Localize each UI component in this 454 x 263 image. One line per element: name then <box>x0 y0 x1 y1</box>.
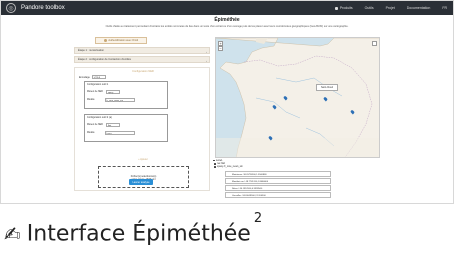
zoom-out-button[interactable]: − <box>218 46 223 51</box>
orcid-login-button[interactable]: Authentification avec Orcid <box>95 37 147 44</box>
language-switch[interactable]: FR <box>442 6 447 10</box>
model-label: Modèle <box>87 132 95 134</box>
top-navbar: ◎ Pandore toolbox Produits Outils Projet… <box>1 1 453 15</box>
tool-config-caption: Configuration outil 2 (a) <box>87 116 112 119</box>
encoding-input[interactable]: UTF-8 <box>91 75 106 79</box>
bullet-icon <box>214 166 216 168</box>
nav-link-label: Projet <box>385 6 395 10</box>
nav-link-outils[interactable]: Outils <box>365 6 374 10</box>
tree-node[interactable]: spacy-fr_core_news_sm <box>214 165 243 168</box>
fullscreen-icon[interactable] <box>372 41 377 46</box>
tool-config-caption: Configuration outil 1 <box>87 83 109 86</box>
ner-engine-row: Moteur de NER spacy <box>87 90 120 94</box>
encoding-row: Encodage UTF-8 <box>79 75 106 79</box>
caption-text: Interface Épiméthée2 <box>26 211 262 247</box>
grid-icon <box>334 6 338 10</box>
model-select[interactable]: fr-ner <box>104 131 135 135</box>
map-popup: Saint-Cloud <box>316 84 338 91</box>
app-logo-icon[interactable]: ◎ <box>6 3 16 13</box>
map-tiles <box>216 38 379 157</box>
writing-hand-icon: ✍ <box>4 222 21 246</box>
bullet-icon <box>213 159 215 162</box>
tree-node-label: spacy-fr_core_news_sm <box>217 165 243 169</box>
step-1-accordion[interactable]: Étape 1 : numérisation › <box>74 47 210 54</box>
ner-engine-row: Moteur de NER flair <box>87 123 120 127</box>
nav-link-label: Outils <box>364 6 374 10</box>
result-item[interactable]: Nérac / 44.1357000,0.3393500 <box>225 185 331 191</box>
caption-label: Interface Épiméthée <box>26 221 251 247</box>
ner-config-panel: Configuration NER Encodage UTF-8 Configu… <box>74 67 210 191</box>
nav-link-label: Produits <box>339 6 353 10</box>
chevron-right-icon: › <box>206 49 207 54</box>
result-item[interactable]: Maintenon / 48.5795300,1.5506880 <box>225 171 331 177</box>
ner-engine-label: Moteur de NER <box>87 124 103 126</box>
nav-links: Produits Outils Projet Documentation FR <box>334 1 447 15</box>
nav-link-label: FR <box>442 6 447 10</box>
nav-link-documentation[interactable]: Documentation <box>407 6 431 10</box>
map-south <box>216 138 379 157</box>
page-title: Épiméthée <box>214 17 240 23</box>
ner-engine-label: Moteur de NER <box>87 91 103 93</box>
model-label: Modèle <box>87 99 95 101</box>
model-row: Modèle fr_core_news_sm <box>87 98 135 102</box>
model-select[interactable]: fr_core_news_sm <box>104 98 135 102</box>
step-label: Étape 1 : numérisation <box>78 49 104 52</box>
add-tool-link[interactable]: + Ajouter <box>75 158 211 161</box>
result-item[interactable]: Montfort-sur / 48.7741200,1.8066600 <box>225 178 331 184</box>
ner-engine-select[interactable]: flair <box>105 123 120 127</box>
chevron-down-icon: › <box>206 58 207 63</box>
tool-config-2: Configuration outil 2 (a) Moteur de NER … <box>84 114 168 142</box>
brand-name[interactable]: Pandore toolbox <box>21 5 65 11</box>
tool-config-1: Configuration outil 1 Moteur de NER spac… <box>84 81 168 109</box>
orcid-icon <box>103 39 107 42</box>
app-window: ◎ Pandore toolbox Produits Outils Projet… <box>0 0 454 204</box>
encoding-label: Encodage <box>79 75 90 79</box>
map-view[interactable]: + − Saint-Cloud <box>215 37 380 158</box>
model-row: Modèle fr-ner <box>87 131 135 135</box>
config-title: Configuration NER <box>132 70 154 73</box>
page-intro: Outils d'aide au traitement permettant d… <box>105 25 349 28</box>
nav-link-produits[interactable]: Produits <box>334 6 353 10</box>
slide-caption: ✍ Interface Épiméthée2 <box>4 205 454 263</box>
step-2-accordion[interactable]: Étape 2 : configuration de l'extraction … <box>74 56 210 63</box>
bullet-icon <box>214 163 216 165</box>
nav-link-projet[interactable]: Projet <box>386 6 395 10</box>
zoom-control: + − <box>218 41 223 51</box>
footnote-marker: 2 <box>253 211 263 227</box>
login-label: Authentification avec Orcid <box>108 39 139 42</box>
result-tree: texte1 ner-flair spacy-fr_core_news_sm <box>213 159 243 169</box>
nav-link-label: Documentation <box>406 6 431 10</box>
ner-engine-select[interactable]: spacy <box>105 90 120 94</box>
run-analysis-button[interactable]: Lancer analyse <box>129 179 153 185</box>
step-label: Étape 2 : configuration de l'extraction … <box>78 58 131 61</box>
result-item[interactable]: Versailles / 48.8049500,2.1204300 <box>225 192 331 198</box>
